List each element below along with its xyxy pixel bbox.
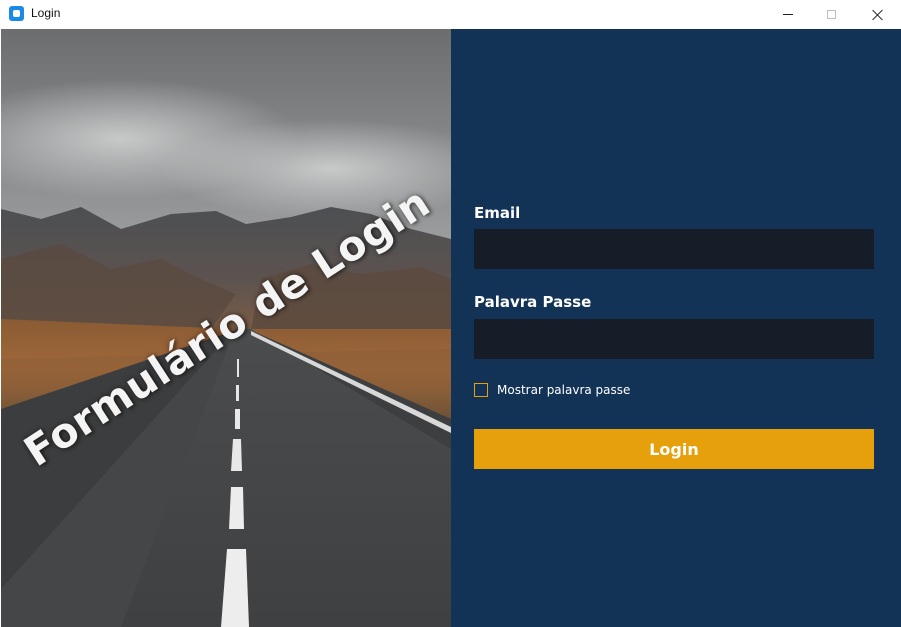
minimize-button[interactable] — [765, 0, 811, 29]
show-password-toggle[interactable]: Mostrar palavra passe — [474, 382, 630, 398]
password-label: Palavra Passe — [474, 293, 592, 311]
show-password-checkbox[interactable] — [474, 383, 488, 397]
title-bar[interactable]: Login — [0, 0, 901, 29]
minimize-icon — [783, 14, 793, 15]
email-input[interactable] — [474, 229, 874, 269]
window-title: Login — [31, 6, 61, 20]
maximize-icon — [826, 10, 836, 19]
close-icon — [872, 9, 884, 21]
login-button[interactable]: Login — [474, 429, 874, 469]
app-icon — [9, 6, 24, 21]
login-form-panel: Email Palavra Passe Mostrar palavra pass… — [451, 29, 901, 627]
close-button[interactable] — [855, 0, 901, 29]
background-image-panel: Formulário de Login — [1, 29, 451, 627]
maximize-button[interactable] — [808, 0, 854, 29]
email-label: Email — [474, 204, 521, 222]
show-password-label: Mostrar palavra passe — [497, 383, 631, 397]
password-input[interactable] — [474, 319, 874, 359]
